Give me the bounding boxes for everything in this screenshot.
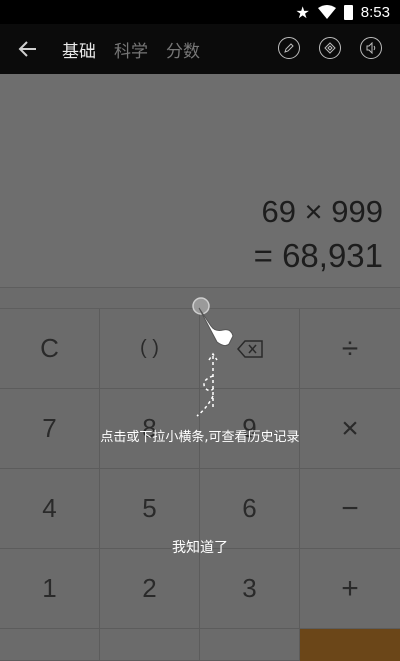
expression-text: 69 × 999 [261, 194, 383, 229]
key-subtract[interactable]: − [300, 469, 400, 549]
key-row5-col3[interactable] [200, 629, 300, 661]
key-backspace[interactable] [200, 309, 300, 389]
key-clear[interactable]: C [0, 309, 100, 389]
battery-icon [343, 4, 353, 20]
key-divide[interactable]: ÷ [300, 309, 400, 389]
app-bar: 基础 科学 分数 [0, 24, 400, 74]
backspace-icon [236, 339, 263, 358]
tab-scientific[interactable]: 科学 [114, 37, 148, 62]
got-it-button[interactable]: 我知道了 [150, 536, 250, 560]
mode-tabs: 基础 科学 分数 [62, 24, 200, 74]
star-icon: ★ [295, 2, 310, 22]
key-3[interactable]: 3 [200, 549, 300, 629]
key-2[interactable]: 2 [100, 549, 200, 629]
calculator-display: 69 × 999 = 68,931 [0, 74, 400, 287]
tab-fraction[interactable]: 分数 [166, 37, 200, 62]
pencil-icon[interactable] [278, 37, 300, 59]
key-4[interactable]: 4 [0, 469, 100, 549]
back-arrow-icon[interactable] [16, 37, 40, 61]
wifi-icon [317, 5, 336, 19]
key-parentheses[interactable]: ( ) [100, 309, 200, 389]
key-1[interactable]: 1 [0, 549, 100, 629]
key-row5-col2[interactable] [100, 629, 200, 661]
key-8[interactable]: 8 [100, 389, 200, 469]
key-7[interactable]: 7 [0, 389, 100, 469]
status-time: 8:53 [360, 3, 390, 21]
key-9[interactable]: 9 [200, 389, 300, 469]
key-add[interactable]: + [300, 549, 400, 629]
speaker-icon[interactable] [360, 37, 382, 59]
tab-basic[interactable]: 基础 [62, 37, 96, 62]
key-equals[interactable] [300, 629, 400, 661]
theme-icon[interactable] [319, 37, 341, 59]
key-row5-col1[interactable] [0, 629, 100, 661]
key-multiply[interactable]: × [300, 389, 400, 469]
result-text: = 68,931 [253, 237, 383, 274]
keypad: C ( ) ÷ 7 8 9 × 4 5 6 − 1 2 3 + [0, 309, 400, 661]
history-handle[interactable] [0, 287, 400, 309]
status-bar: ★ 8:53 [0, 0, 400, 24]
